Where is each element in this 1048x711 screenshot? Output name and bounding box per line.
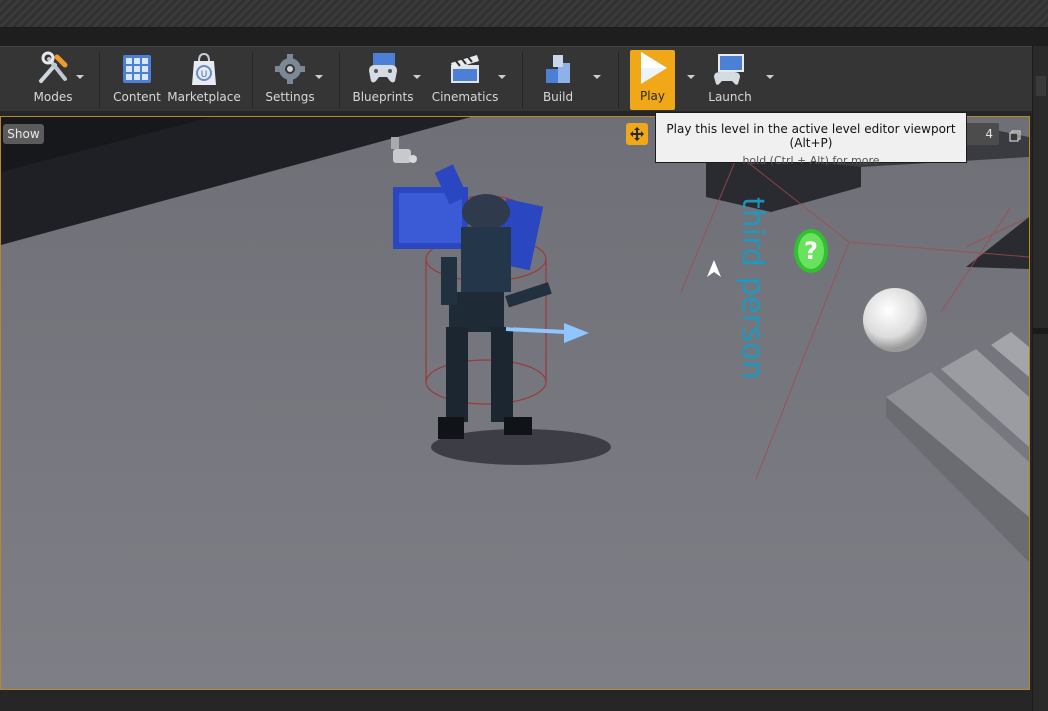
modes-button[interactable]: Modes — [30, 51, 76, 109]
cinematics-label: Cinematics — [431, 90, 499, 104]
show-menu-button[interactable]: Show — [3, 124, 44, 144]
camera-speed-value: 4 — [985, 127, 993, 141]
cinematics-dropdown-caret-icon[interactable] — [498, 75, 506, 79]
toolbar-separator — [618, 51, 619, 109]
panel-scroll-handle[interactable] — [1036, 76, 1046, 96]
content-grid-icon — [118, 51, 156, 87]
scene-render: third person ? — [1, 117, 1029, 689]
marketplace-bag-icon: U — [185, 51, 223, 87]
bottom-bar — [0, 690, 1032, 711]
level-viewport[interactable]: third person ? — [0, 116, 1030, 690]
play-button[interactable]: Play — [630, 50, 675, 110]
floor-text-third: third person — [735, 197, 770, 379]
tab-strip — [0, 28, 1048, 46]
launch-button[interactable]: Launch — [705, 51, 755, 109]
toolbar-separator — [252, 51, 253, 109]
build-button[interactable]: Build — [536, 51, 580, 109]
tooltip-hint: hold (Ctrl + Alt) for more — [742, 154, 880, 167]
floor-text-group: third person — [735, 197, 770, 379]
maximize-viewport-icon[interactable] — [1009, 127, 1021, 142]
launch-monitor-icon — [711, 51, 749, 87]
gamepad-blueprint-icon — [364, 51, 402, 87]
settings-dropdown-caret-icon[interactable] — [315, 75, 323, 79]
gear-icon — [271, 51, 309, 87]
content-button[interactable]: Content — [112, 51, 162, 109]
modes-dropdown-caret-icon[interactable] — [76, 75, 84, 79]
blueprints-label: Blueprints — [352, 90, 414, 104]
right-side-panel — [1032, 46, 1048, 711]
modes-icon — [34, 51, 72, 87]
marketplace-button[interactable]: U Marketplace — [167, 51, 241, 109]
transform-mode-icon[interactable] — [626, 123, 648, 145]
build-blocks-icon — [539, 51, 577, 87]
play-dropdown-caret-icon[interactable] — [687, 75, 695, 79]
tooltip-title: Play this level in the active level edit… — [666, 122, 956, 150]
blueprints-button[interactable]: Blueprints — [352, 51, 414, 109]
blueprints-dropdown-caret-icon[interactable] — [413, 75, 421, 79]
toolbar-separator — [339, 51, 340, 109]
toolbar-separator — [522, 51, 523, 109]
settings-label: Settings — [265, 90, 315, 104]
content-label: Content — [113, 90, 161, 104]
launch-label: Launch — [708, 90, 752, 104]
svg-text:U: U — [201, 70, 208, 80]
settings-button[interactable]: Settings — [264, 51, 316, 109]
play-tooltip: Play this level in the active level edit… — [655, 112, 967, 167]
main-toolbar: Modes Content U Marketplace Settings Blu… — [0, 46, 1032, 111]
launch-dropdown-caret-icon[interactable] — [766, 75, 774, 79]
title-bar — [0, 0, 1048, 28]
marketplace-label: Marketplace — [167, 90, 241, 104]
modes-label: Modes — [33, 90, 73, 104]
toolbar-separator — [99, 51, 100, 109]
clapperboard-icon — [446, 51, 484, 87]
play-label: Play — [639, 89, 666, 103]
build-dropdown-caret-icon[interactable] — [593, 75, 601, 79]
cinematics-button[interactable]: Cinematics — [432, 51, 498, 109]
panel-divider — [1033, 328, 1048, 334]
svg-text:?: ? — [804, 237, 818, 265]
build-label: Build — [542, 90, 574, 104]
play-icon — [634, 50, 672, 86]
